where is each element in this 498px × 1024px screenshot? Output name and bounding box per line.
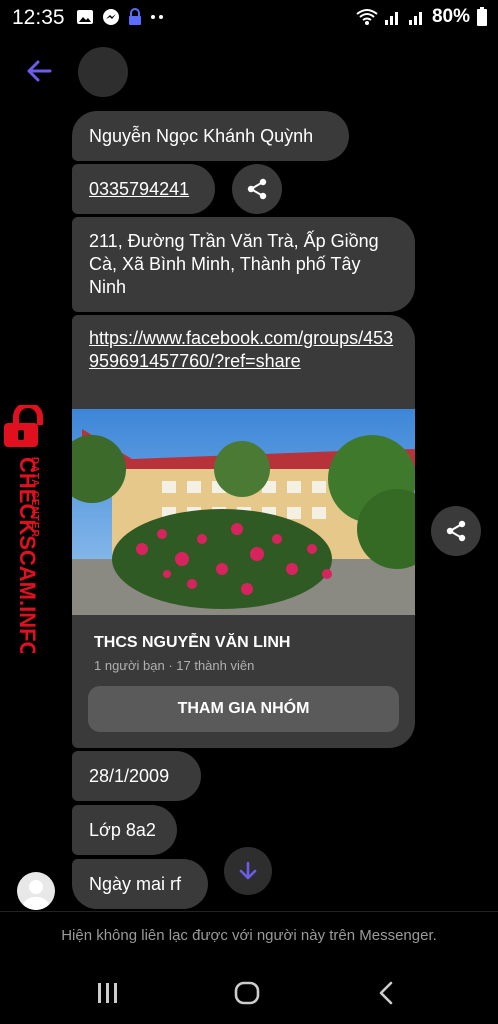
conversation-header — [0, 44, 498, 100]
phone-link[interactable]: 0335794241 — [89, 179, 189, 199]
message-text: 28/1/2009 — [89, 766, 170, 786]
recent-apps-icon — [98, 983, 117, 1003]
message-date[interactable]: 28/1/2009 — [72, 751, 201, 801]
group-meta: 1 người bạn · 17 thành viên — [94, 658, 255, 673]
watermark: CHECKSCAM.INFO DATA CENTER — [0, 405, 56, 653]
share-icon — [247, 178, 267, 200]
default-avatar-icon — [23, 880, 49, 910]
message-phone[interactable]: 0335794241 — [72, 164, 215, 214]
message-last[interactable]: Ngày mai rf — [72, 859, 208, 909]
arrow-down-icon — [239, 861, 257, 880]
home-icon — [234, 981, 260, 1005]
lock-icon — [129, 8, 141, 25]
signal-icon — [408, 12, 422, 25]
back-button[interactable] — [22, 54, 56, 88]
battery-icon — [477, 7, 487, 26]
home-button[interactable] — [227, 977, 267, 1009]
back-arrow-icon — [27, 60, 52, 82]
wifi-icon — [356, 9, 378, 25]
image-icon — [77, 10, 93, 24]
group-cover-image[interactable] — [72, 409, 415, 615]
scroll-to-bottom-button[interactable] — [224, 847, 272, 895]
contact-avatar[interactable] — [78, 47, 128, 97]
watermark-text: CHECKSCAM.INFO DATA CENTER — [15, 457, 40, 653]
divider — [0, 911, 498, 912]
sender-avatar[interactable] — [17, 872, 55, 910]
message-text: Lớp 8a2 — [89, 820, 156, 840]
unavailable-notice: Hiện không liên lạc được với người này t… — [61, 927, 437, 944]
message-text: Ngày mai rf — [89, 874, 182, 894]
svg-text:DATA CENTER: DATA CENTER — [29, 457, 40, 538]
message-text: 211, Đường Trần Văn Trà, Ấp Giồng Cà, Xã… — [89, 231, 379, 297]
join-group-button[interactable]: THAM GIA NHÓM — [88, 686, 399, 732]
message-class[interactable]: Lớp 8a2 — [72, 805, 177, 855]
status-bar: 12:35 80% — [0, 0, 498, 34]
group-name[interactable]: THCS NGUYỄN VĂN LINH — [94, 631, 290, 654]
messenger-icon — [103, 9, 119, 25]
status-time: 12:35 — [12, 6, 65, 29]
chevron-left-icon — [379, 981, 393, 1005]
share-button[interactable] — [431, 506, 481, 556]
more-dots-icon — [151, 15, 163, 19]
message-address[interactable]: 211, Đường Trần Văn Trà, Ấp Giồng Cà, Xã… — [72, 217, 415, 312]
recent-apps-button[interactable] — [88, 977, 128, 1009]
message-link-preview[interactable]: https://www.facebook.com/groups/45395969… — [72, 315, 415, 748]
padlock-icon — [4, 405, 43, 447]
battery-level: 80% — [431, 6, 470, 27]
message-name[interactable]: Nguyễn Ngọc Khánh Quỳnh — [72, 111, 349, 161]
share-icon — [446, 520, 466, 542]
signal-icon — [384, 12, 398, 25]
group-link[interactable]: https://www.facebook.com/groups/45395969… — [72, 315, 415, 409]
message-text: Nguyễn Ngọc Khánh Quỳnh — [89, 126, 314, 146]
share-button[interactable] — [232, 164, 282, 214]
system-navigation-bar — [0, 965, 498, 1024]
system-back-button[interactable] — [366, 977, 406, 1009]
